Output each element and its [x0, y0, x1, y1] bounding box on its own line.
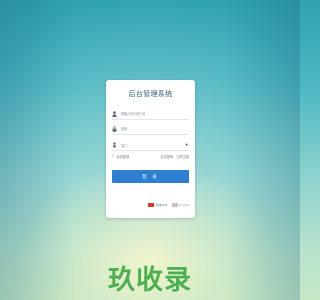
forgot-password-link[interactable]: 忘记密码 — [161, 154, 174, 159]
login-options: ✓ 自动登录 忘记密码 立即注册 — [112, 153, 189, 159]
person-icon — [112, 142, 117, 148]
user-icon — [112, 111, 117, 117]
department-select[interactable]: 部门 ▼ — [112, 140, 189, 151]
department-selected-value: 部门 — [121, 143, 128, 148]
username-input[interactable] — [121, 110, 183, 118]
register-link[interactable]: 立即注册 — [176, 154, 189, 159]
login-title: 后台管理系统 — [128, 90, 173, 98]
caret-down-icon[interactable]: ▼ — [185, 143, 188, 147]
english-flag-icon[interactable] — [171, 203, 178, 207]
china-flag-icon[interactable] — [148, 203, 154, 207]
login-button[interactable]: 登 录 — [112, 170, 189, 183]
english-language-link[interactable]: English — [179, 203, 190, 207]
lock-icon — [112, 126, 117, 132]
watermark-text: 玖收录 — [108, 265, 192, 296]
username-field — [112, 109, 189, 120]
chinese-language-link[interactable]: 简体中文 — [156, 203, 168, 207]
check-icon[interactable]: ✓ — [112, 154, 115, 158]
language-switcher: 简体中文 English — [148, 203, 190, 207]
remember-me-label[interactable]: 自动登录 — [117, 154, 130, 159]
password-field — [112, 124, 189, 135]
password-input[interactable] — [121, 125, 183, 133]
